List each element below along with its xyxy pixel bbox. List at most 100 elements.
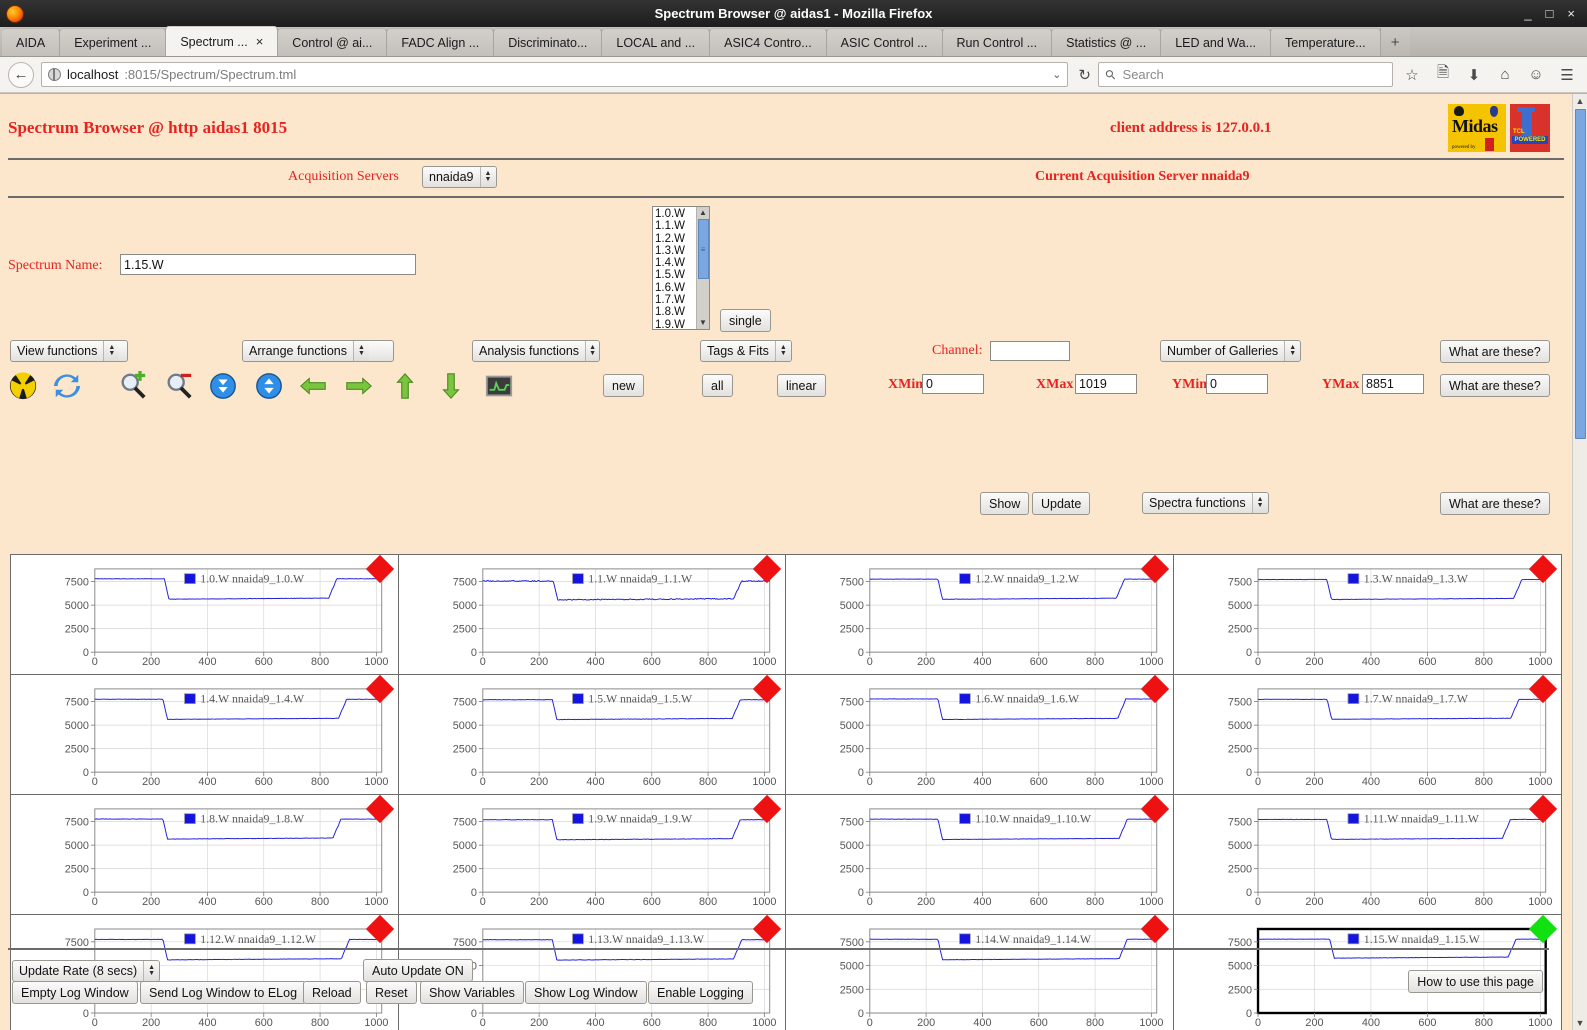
tags-fits-select[interactable]: Tags & Fits ▲▼: [700, 340, 792, 362]
graph-icon[interactable]: [484, 371, 514, 401]
reload-button[interactable]: Reload: [303, 981, 361, 1004]
spectra-functions-select[interactable]: Spectra functions ▲▼: [1142, 492, 1269, 514]
browser-tab-asic-control[interactable]: ASIC Control ...: [826, 28, 943, 56]
browser-tab-asic4-contro[interactable]: ASIC4 Contro...: [709, 28, 827, 56]
maximize-button[interactable]: □: [1546, 7, 1554, 20]
spectrum-panel[interactable]: 0250050007500020040060080010001.4.W nnai…: [11, 675, 399, 795]
show-button[interactable]: Show: [980, 492, 1029, 515]
spectrum-list-item[interactable]: 1.7.W: [655, 294, 696, 306]
spectrum-panel[interactable]: 0250050007500020040060080010001.0.W nnai…: [11, 555, 399, 675]
spinner-icon[interactable]: ▲▼: [353, 341, 369, 361]
browser-tab-spectrum[interactable]: Spectrum ...×: [165, 26, 278, 56]
home-icon[interactable]: ⌂: [1493, 66, 1517, 83]
browser-tab-led-and-wa[interactable]: LED and Wa...: [1160, 28, 1271, 56]
smiley-icon[interactable]: ☺: [1524, 66, 1548, 83]
close-tab-icon[interactable]: ×: [256, 34, 264, 49]
browser-tab-local-and[interactable]: LOCAL and ...: [601, 28, 710, 56]
ymax-input[interactable]: [1362, 374, 1424, 394]
spectrum-list-item[interactable]: 1.8.W: [655, 306, 696, 318]
channel-input[interactable]: [990, 341, 1070, 361]
ymin-input[interactable]: [1206, 374, 1268, 394]
spectrum-list-scrollbar[interactable]: ▲ ≡ ▼: [696, 207, 709, 329]
hamburger-icon[interactable]: ☰: [1555, 66, 1579, 84]
all-button[interactable]: all: [702, 374, 733, 397]
new-tab-icon[interactable]: +: [1380, 28, 1410, 56]
scroll-down-icon[interactable]: ▼: [699, 317, 707, 329]
what-are-these-button-1[interactable]: What are these?: [1440, 492, 1550, 515]
empty-log-window-button[interactable]: Empty Log Window: [12, 981, 138, 1004]
zoom-out-icon[interactable]: [164, 371, 194, 401]
single-button[interactable]: single: [720, 309, 771, 332]
spectrum-list-item[interactable]: 1.5.W: [655, 269, 696, 281]
spectrum-list-item[interactable]: 1.4.W: [655, 257, 696, 269]
browser-tab-discriminato[interactable]: Discriminato...: [493, 28, 602, 56]
minimize-button[interactable]: _: [1524, 7, 1531, 20]
arrange-functions-select[interactable]: Arrange functions ▲▼: [242, 340, 394, 362]
view-functions-select[interactable]: View functions ▲▼: [10, 340, 128, 362]
show-log-window-button[interactable]: Show Log Window: [525, 981, 647, 1004]
spectrum-list-item[interactable]: 1.2.W: [655, 233, 696, 245]
spectrum-panel[interactable]: 0250050007500020040060080010001.6.W nnai…: [786, 675, 1174, 795]
page-scrollbar[interactable]: ▲ ▼: [1572, 94, 1587, 1030]
spectrum-panel[interactable]: 0250050007500020040060080010001.10.W nna…: [786, 795, 1174, 915]
what-are-these-button-2[interactable]: What are these?: [1440, 340, 1550, 363]
update-rate-select[interactable]: Update Rate (8 secs) ▲▼: [12, 960, 160, 982]
spinner-icon[interactable]: ▲▼: [1284, 341, 1300, 361]
collapse-vertical-icon[interactable]: [208, 371, 238, 401]
search-input[interactable]: ⚲ Search: [1098, 62, 1393, 87]
expand-vertical-icon[interactable]: [254, 371, 284, 401]
star-icon[interactable]: ☆: [1400, 66, 1424, 84]
spectrum-name-input[interactable]: [120, 254, 416, 275]
spectrum-panel[interactable]: 0250050007500020040060080010001.11.W nna…: [1174, 795, 1562, 915]
spinner-icon[interactable]: ▲▼: [585, 341, 599, 361]
spectrum-panel[interactable]: 0250050007500020040060080010001.7.W nnai…: [1174, 675, 1562, 795]
spinner-icon[interactable]: ▲▼: [480, 167, 496, 187]
arrow-up-icon[interactable]: [390, 371, 420, 401]
spectrum-list[interactable]: 1.0.W1.1.W1.2.W1.3.W1.4.W1.5.W1.6.W1.7.W…: [652, 206, 710, 330]
how-to-use-button[interactable]: How to use this page: [1408, 970, 1543, 993]
spectrum-panel[interactable]: 0250050007500020040060080010001.9.W nnai…: [399, 795, 787, 915]
spectrum-list-item[interactable]: 1.3.W: [655, 245, 696, 257]
browser-tab-experiment[interactable]: Experiment ...: [59, 28, 166, 56]
xmin-input[interactable]: [922, 374, 984, 394]
back-button[interactable]: ←: [8, 62, 34, 88]
show-variables-button[interactable]: Show Variables: [420, 981, 524, 1004]
radioactive-icon[interactable]: [8, 371, 38, 401]
zoom-in-icon[interactable]: [118, 371, 148, 401]
browser-tab-temperature[interactable]: Temperature...: [1270, 28, 1381, 56]
arrow-down-icon[interactable]: [436, 371, 466, 401]
spectrum-list-item[interactable]: 1.6.W: [655, 282, 696, 294]
new-button[interactable]: new: [603, 374, 644, 397]
spectrum-panel[interactable]: 0250050007500020040060080010001.8.W nnai…: [11, 795, 399, 915]
send-log-window-to-elog-button[interactable]: Send Log Window to ELog: [140, 981, 306, 1004]
browser-tab-run-control[interactable]: Run Control ...: [942, 28, 1053, 56]
browser-tab-statistics[interactable]: Statistics @ ...: [1051, 28, 1161, 56]
update-button[interactable]: Update: [1032, 492, 1090, 515]
page-scroll-thumb[interactable]: [1575, 109, 1586, 439]
reader-icon[interactable]: 🗎: [1431, 62, 1455, 87]
analysis-functions-select[interactable]: Analysis functions ▲▼: [472, 340, 600, 362]
linear-button[interactable]: linear: [777, 374, 826, 397]
spinner-icon[interactable]: ▲▼: [775, 341, 791, 361]
refresh-icon[interactable]: [52, 371, 82, 401]
spinner-icon[interactable]: ▲▼: [103, 341, 119, 361]
reload-icon[interactable]: ↻: [1075, 66, 1091, 84]
close-window-button[interactable]: ×: [1567, 7, 1575, 20]
scroll-thumb[interactable]: ≡: [698, 219, 709, 279]
spectrum-list-item[interactable]: 1.0.W: [655, 208, 696, 220]
number-of-galleries-select[interactable]: Number of Galleries ▲▼: [1160, 340, 1301, 362]
enable-logging-button[interactable]: Enable Logging: [648, 981, 753, 1004]
reset-button[interactable]: Reset: [366, 981, 417, 1004]
spinner-icon[interactable]: ▲▼: [143, 961, 159, 981]
chevron-down-icon[interactable]: ⌄: [1052, 68, 1061, 81]
browser-tab-control-ai[interactable]: Control @ ai...: [277, 28, 387, 56]
arrow-left-icon[interactable]: [298, 371, 328, 401]
auto-update-button[interactable]: Auto Update ON: [363, 959, 473, 982]
spinner-icon[interactable]: ▲▼: [1252, 493, 1268, 513]
spectrum-panel[interactable]: 0250050007500020040060080010001.3.W nnai…: [1174, 555, 1562, 675]
spectrum-panel[interactable]: 0250050007500020040060080010001.5.W nnai…: [399, 675, 787, 795]
spectrum-list-item[interactable]: 1.9.W: [655, 319, 696, 330]
browser-tab-fadc-align[interactable]: FADC Align ...: [386, 28, 494, 56]
arrow-right-icon[interactable]: [344, 371, 374, 401]
spectrum-list-item[interactable]: 1.1.W: [655, 220, 696, 232]
